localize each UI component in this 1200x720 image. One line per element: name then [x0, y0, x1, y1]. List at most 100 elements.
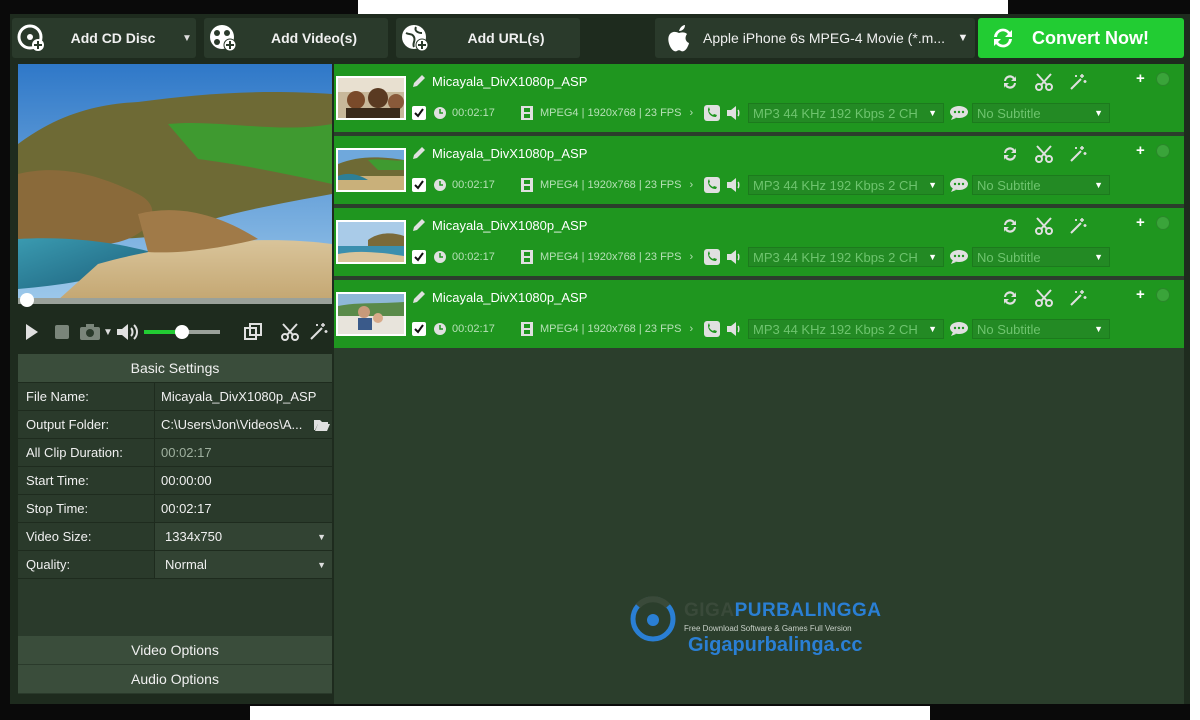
- add-segment-icon[interactable]: +: [1136, 142, 1145, 159]
- video-settings-icon[interactable]: [704, 176, 720, 194]
- add-cd-disc-button[interactable]: Add CD Disc ▼: [12, 18, 196, 58]
- volume-slider[interactable]: [144, 325, 220, 339]
- rename-icon[interactable]: [412, 290, 426, 309]
- globe-add-icon: [398, 21, 432, 55]
- rename-icon[interactable]: [412, 74, 426, 93]
- basic-settings-header[interactable]: Basic Settings: [18, 354, 332, 383]
- add-segment-icon[interactable]: +: [1136, 70, 1145, 87]
- info-icon[interactable]: [1156, 288, 1170, 302]
- file-checkbox[interactable]: [412, 178, 426, 192]
- file-row[interactable]: Micayala_DivX1080p_ASP 00:02:17 MPEG4 | …: [334, 208, 1184, 279]
- file-checkbox[interactable]: [412, 322, 426, 336]
- chevron-down-icon: ▼: [928, 324, 937, 334]
- crop-icon[interactable]: [230, 317, 276, 347]
- play-icon[interactable]: [18, 317, 46, 347]
- rename-icon[interactable]: [412, 218, 426, 237]
- seek-bar[interactable]: [18, 293, 332, 307]
- file-row[interactable]: Micayala_DivX1080p_ASP 00:02:17 MPEG4 | …: [334, 280, 1184, 351]
- add-urls-button[interactable]: Add URL(s): [396, 18, 580, 58]
- chevron-down-icon[interactable]: ▼: [951, 32, 975, 44]
- reload-icon[interactable]: [1000, 144, 1020, 164]
- video-options-button[interactable]: Video Options: [18, 636, 332, 664]
- add-segment-icon[interactable]: +: [1136, 286, 1145, 303]
- chevron-down-icon[interactable]: ▼: [178, 33, 196, 44]
- audio-speaker-icon: [726, 248, 742, 266]
- output-folder-row: Output Folder: C:\Users\Jon\Videos\A...: [18, 411, 332, 439]
- file-name-row: File Name: Micayala_DivX1080p_ASP: [18, 383, 332, 411]
- camera-icon[interactable]: [78, 317, 102, 347]
- start-time-row: Start Time: 00:00:00: [18, 467, 332, 495]
- chevron-down-icon[interactable]: ▼: [102, 317, 114, 347]
- video-size-row: Video Size: 1334x750 ▼: [18, 523, 332, 551]
- clip-duration-row: All Clip Duration: 00:02:17: [18, 439, 332, 467]
- audio-track-select[interactable]: MP3 44 KHz 192 Kbps 2 CH ▼: [748, 103, 944, 123]
- video-settings-icon[interactable]: [704, 248, 720, 266]
- subtitle-icon: [950, 104, 968, 122]
- file-checkbox[interactable]: [412, 106, 426, 120]
- file-row[interactable]: Micayala_DivX1080p_ASP 00:02:17 MPEG4 | …: [334, 136, 1184, 207]
- file-name-label: File Name:: [18, 383, 155, 410]
- scissors-icon[interactable]: [276, 317, 304, 347]
- magic-wand-icon[interactable]: [1068, 216, 1088, 236]
- file-name-field[interactable]: Micayala_DivX1080p_ASP: [155, 383, 332, 410]
- subtitle-select[interactable]: No Subtitle ▼: [972, 103, 1110, 123]
- start-time-field[interactable]: 00:00:00: [155, 467, 332, 494]
- folder-open-icon[interactable]: [314, 419, 330, 431]
- preview-frame-image: [18, 64, 332, 300]
- stop-time-field[interactable]: 00:02:17: [155, 495, 332, 522]
- watermark-url: Gigapurbalinga.cc: [688, 634, 863, 656]
- convert-now-button[interactable]: Convert Now!: [978, 18, 1184, 58]
- audio-track-select[interactable]: MP3 44 KHz 192 Kbps 2 CH ▼: [748, 319, 944, 339]
- reload-icon[interactable]: [1000, 216, 1020, 236]
- audio-options-button[interactable]: Audio Options: [18, 665, 332, 693]
- film-strip-icon: [520, 322, 534, 336]
- magic-wand-icon[interactable]: [304, 317, 332, 347]
- video-settings-icon[interactable]: [704, 104, 720, 122]
- magic-wand-icon[interactable]: [1068, 72, 1088, 92]
- quality-select[interactable]: Normal ▼: [155, 551, 332, 578]
- output-profile-select[interactable]: Apple iPhone 6s MPEG-4 Movie (*.m... ▼: [655, 18, 975, 58]
- audio-track-select[interactable]: MP3 44 KHz 192 Kbps 2 CH ▼: [748, 247, 944, 267]
- rename-icon[interactable]: [412, 146, 426, 165]
- scissors-icon[interactable]: [1034, 144, 1054, 164]
- output-folder-label: Output Folder:: [18, 411, 155, 438]
- add-segment-icon[interactable]: +: [1136, 214, 1145, 231]
- subtitle-icon: [950, 176, 968, 194]
- speaker-icon[interactable]: [114, 317, 140, 347]
- video-preview[interactable]: [18, 64, 332, 300]
- audio-track-select[interactable]: MP3 44 KHz 192 Kbps 2 CH ▼: [748, 175, 944, 195]
- reload-icon[interactable]: [1000, 288, 1020, 308]
- scissors-icon[interactable]: [1034, 216, 1054, 236]
- add-videos-button[interactable]: Add Video(s): [204, 18, 388, 58]
- info-icon[interactable]: [1156, 216, 1170, 230]
- clip-duration-label: All Clip Duration:: [18, 439, 155, 466]
- subtitle-select[interactable]: No Subtitle ▼: [972, 247, 1110, 267]
- volume-handle[interactable]: [175, 325, 189, 339]
- stop-icon[interactable]: [46, 317, 78, 347]
- player-controls: ▼: [18, 314, 332, 350]
- scissors-icon[interactable]: [1034, 72, 1054, 92]
- file-row[interactable]: Micayala_DivX1080p_ASP 00:02:17 MPEG4 | …: [334, 64, 1184, 135]
- output-profile-label: Apple iPhone 6s MPEG-4 Movie (*.m...: [703, 30, 945, 46]
- info-icon[interactable]: [1156, 72, 1170, 86]
- seek-handle[interactable]: [20, 293, 34, 307]
- magic-wand-icon[interactable]: [1068, 288, 1088, 308]
- reload-icon[interactable]: [1000, 72, 1020, 92]
- video-size-select[interactable]: 1334x750 ▼: [155, 523, 332, 550]
- chevron-down-icon: ▼: [1094, 324, 1103, 334]
- file-checkbox[interactable]: [412, 250, 426, 264]
- magic-wand-icon[interactable]: [1068, 144, 1088, 164]
- file-duration: 00:02:17: [452, 323, 495, 335]
- watermark-logo-icon: [630, 596, 676, 642]
- subtitle-select[interactable]: No Subtitle ▼: [972, 175, 1110, 195]
- video-size-label: Video Size:: [18, 523, 155, 550]
- basic-settings-panel: Basic Settings File Name: Micayala_DivX1…: [18, 354, 332, 694]
- info-icon[interactable]: [1156, 144, 1170, 158]
- scissors-icon[interactable]: [1034, 288, 1054, 308]
- file-thumbnail: [336, 76, 406, 120]
- video-settings-icon[interactable]: [704, 320, 720, 338]
- file-format: MPEG4 | 1920x768 | 23 FPS: [540, 251, 682, 263]
- film-strip-icon: [520, 250, 534, 264]
- subtitle-select[interactable]: No Subtitle ▼: [972, 319, 1110, 339]
- output-folder-field[interactable]: C:\Users\Jon\Videos\A...: [155, 411, 332, 438]
